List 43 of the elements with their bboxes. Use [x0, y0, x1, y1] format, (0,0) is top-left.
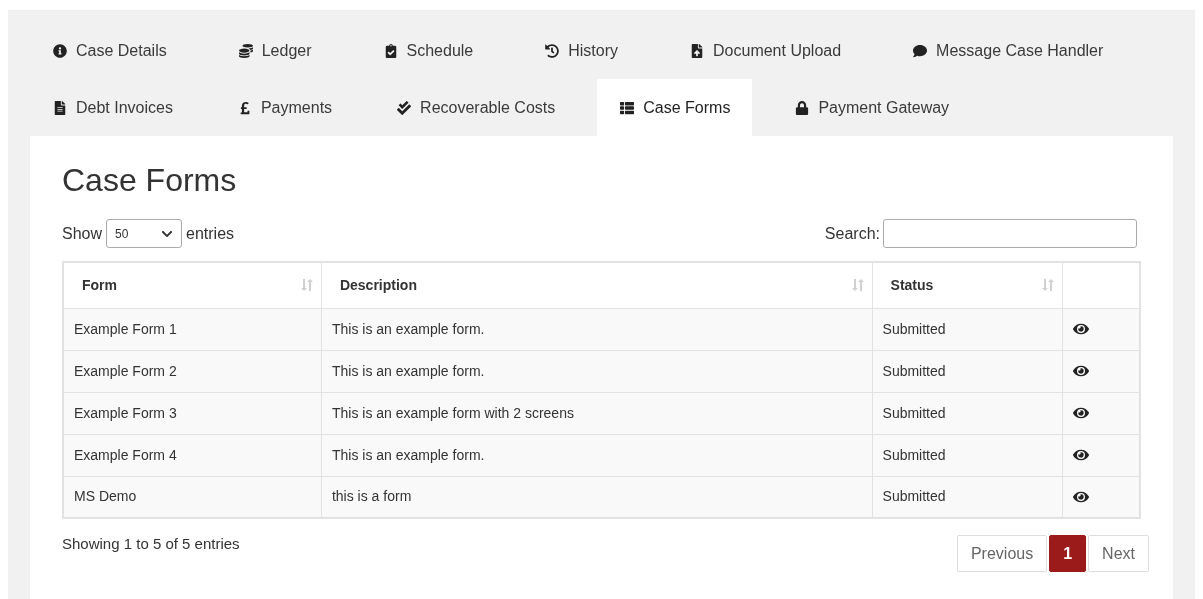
table-cell: Submitted: [872, 434, 1063, 476]
sort-icon: [851, 278, 864, 293]
table-cell: This is an example form with 2 screens: [321, 392, 873, 434]
pagination-button[interactable]: Next: [1088, 535, 1149, 572]
coins-icon: [238, 43, 253, 58]
table-cell: This is an example form.: [321, 350, 873, 392]
tab[interactable]: Case Forms: [597, 79, 753, 136]
entries-label: entries: [186, 223, 235, 244]
table-cell: Example Form 2: [63, 350, 322, 392]
show-label: Show: [62, 223, 103, 244]
sort-icon: [300, 278, 313, 293]
column-header[interactable]: Status: [872, 262, 1063, 308]
search-field[interactable]: [883, 219, 1137, 248]
history-icon: [545, 43, 560, 58]
entries-info: Showing 1 to 5 of 5 entries: [62, 534, 240, 554]
sort-icon: [1042, 278, 1055, 293]
table-cell: Example Form 4: [63, 434, 322, 476]
clipboard-check-icon: [383, 43, 398, 58]
file-upload-icon: [690, 43, 705, 58]
table-cell: Submitted: [872, 350, 1063, 392]
entries-select[interactable]: 50: [106, 219, 183, 248]
page-heading: Case Forms: [62, 161, 238, 200]
info-icon: [53, 43, 67, 58]
table-cell: This is an example form.: [321, 434, 873, 476]
speech-bubble-icon: [913, 43, 928, 58]
table-cell: Submitted: [872, 392, 1063, 434]
table-cell: Submitted: [872, 308, 1063, 350]
table-cell: Example Form 3: [63, 392, 322, 434]
view-icon[interactable]: [1073, 321, 1090, 337]
view-icon[interactable]: [1073, 405, 1090, 421]
column-header[interactable]: Description: [321, 262, 873, 308]
lock-icon: [795, 100, 810, 115]
double-check-icon: [397, 100, 412, 115]
pagination-button[interactable]: Previous: [956, 535, 1048, 572]
view-icon[interactable]: [1073, 447, 1090, 463]
document-icon: [53, 100, 67, 115]
column-header[interactable]: Form: [63, 262, 322, 308]
table-cell: This is an example form.: [321, 308, 873, 350]
table-cell: Example Form 1: [63, 308, 322, 350]
pagination-button[interactable]: 1: [1049, 535, 1087, 572]
list-icon: [620, 100, 635, 115]
view-icon[interactable]: [1073, 363, 1090, 379]
search-label: Search:: [824, 223, 880, 244]
